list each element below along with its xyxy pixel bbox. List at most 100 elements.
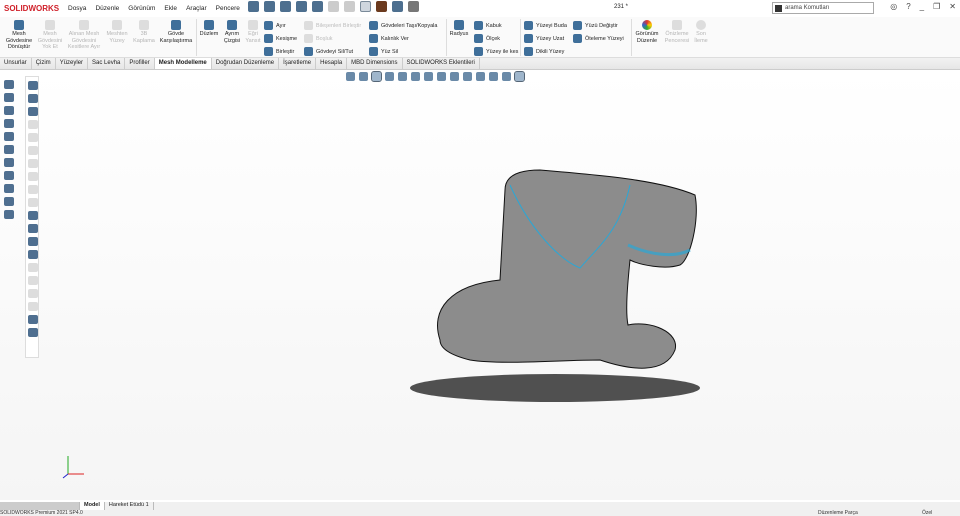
new-document-icon[interactable] xyxy=(264,1,275,12)
ayir-button[interactable]: Ayır xyxy=(264,21,286,30)
menu-gorunum[interactable]: Görünüm xyxy=(128,5,155,13)
gear-icon[interactable] xyxy=(408,1,419,12)
yuzey-ile-kes-button[interactable]: Yüzey ile kes xyxy=(474,47,518,56)
bilesenleri-birlestir-button[interactable]: Bileşenleri Birleştir xyxy=(304,21,361,30)
yuzu-degistir-button[interactable]: Yüzü Değiştir xyxy=(573,21,618,30)
display-style-icon[interactable] xyxy=(450,72,459,81)
zoom-area-icon[interactable] xyxy=(359,72,368,81)
mesh-govdesini-yok-et-button[interactable]: Mesh Gövdesini Yok Et xyxy=(36,19,64,51)
tool-icon[interactable] xyxy=(28,172,38,181)
tab-scroll-buttons[interactable] xyxy=(0,502,80,510)
tool-icon[interactable] xyxy=(28,276,38,285)
meshten-yuzey-button[interactable]: Meshten Yüzey xyxy=(104,19,130,44)
radyus-button[interactable]: Radyus xyxy=(448,19,470,38)
bosluk-button[interactable]: Boşluk xyxy=(304,34,333,43)
user-icon[interactable]: ◎ xyxy=(890,2,897,11)
govdeyi-sil-tut-button[interactable]: Gövdeyi Sil/Tut xyxy=(304,47,353,56)
tool-icon[interactable] xyxy=(4,145,14,154)
tool-icon[interactable] xyxy=(28,328,38,337)
dikili-yuzey-button[interactable]: Dikili Yüzey xyxy=(524,47,564,56)
kabuk-button[interactable]: Kabuk xyxy=(474,21,502,30)
scene-icon[interactable] xyxy=(489,72,498,81)
govdeleri-tasi-kopyala-button[interactable]: Gövdeleri Taşı/Kopyala xyxy=(369,21,437,30)
pan-icon[interactable] xyxy=(398,72,407,81)
open-icon[interactable] xyxy=(280,1,291,12)
kalinlik-ver-button[interactable]: Kalınlık Ver xyxy=(369,34,409,43)
3b-kaplama-button[interactable]: 3B Kaplama xyxy=(132,19,156,44)
help-icon[interactable]: ? xyxy=(906,2,910,11)
home-icon[interactable] xyxy=(248,1,259,12)
monitor-icon[interactable] xyxy=(514,71,525,82)
yuzeyi-buda-button[interactable]: Yüzeyi Buda xyxy=(524,21,567,30)
tool-icon[interactable] xyxy=(28,146,38,155)
tab-unsurlar[interactable]: Unsurlar xyxy=(0,58,32,69)
tool-icon[interactable] xyxy=(28,94,38,103)
view-settings-icon[interactable] xyxy=(502,72,511,81)
tab-mbd-dimensions[interactable]: MBD Dimensions xyxy=(347,58,403,69)
tool-icon[interactable] xyxy=(28,302,38,311)
tab-sac-levha[interactable]: Sac Levha xyxy=(88,58,126,69)
tab-mesh-modelleme[interactable]: Mesh Modelleme xyxy=(154,58,212,69)
undo-icon[interactable] xyxy=(328,1,339,12)
onizleme-penceresi-button[interactable]: Önizleme Penceresi xyxy=(662,19,692,44)
close-button[interactable]: ✕ xyxy=(949,2,956,11)
tool-icon[interactable] xyxy=(28,224,38,233)
hide-show-icon[interactable] xyxy=(463,72,472,81)
print-icon[interactable] xyxy=(312,1,323,12)
son-isleme-button[interactable]: Son İleme xyxy=(692,19,710,44)
tool-icon[interactable] xyxy=(4,119,14,128)
tool-icon[interactable] xyxy=(28,263,38,272)
tool-icon[interactable] xyxy=(4,184,14,193)
status-units[interactable]: Özel xyxy=(922,510,932,516)
graphics-area[interactable] xyxy=(0,70,960,500)
tool-icon[interactable] xyxy=(28,211,38,220)
view-orientation-icon[interactable] xyxy=(437,72,446,81)
menu-pencere[interactable]: Pencere xyxy=(216,5,240,13)
tab-hesapla[interactable]: Hesapla xyxy=(316,58,348,69)
file-properties-icon[interactable] xyxy=(392,1,403,12)
tool-icon[interactable] xyxy=(28,107,38,116)
yuzey-uzat-button[interactable]: Yüzey Uzat xyxy=(524,34,564,43)
tool-icon[interactable] xyxy=(28,198,38,207)
rotate-icon[interactable] xyxy=(411,72,420,81)
tool-icon[interactable] xyxy=(28,237,38,246)
tool-icon[interactable] xyxy=(4,197,14,206)
tool-icon[interactable] xyxy=(4,210,14,219)
select-icon[interactable] xyxy=(371,71,382,82)
tab-solidworks-eklentileri[interactable]: SOLIDWORKS Eklentileri xyxy=(403,58,480,69)
tool-icon[interactable] xyxy=(28,81,38,90)
tool-icon[interactable] xyxy=(28,315,38,324)
mesh-govdesine-donustur-button[interactable]: Mesh Gövdesine Dönüştür xyxy=(4,19,34,51)
tool-icon[interactable] xyxy=(28,289,38,298)
tool-icon[interactable] xyxy=(28,159,38,168)
tab-hareket-etudu[interactable]: Hareket Etüdü 1 xyxy=(105,502,154,510)
tab-isaretleme[interactable]: İşaretleme xyxy=(279,58,317,69)
tool-icon[interactable] xyxy=(4,93,14,102)
menu-duzenle[interactable]: Düzenle xyxy=(95,5,119,13)
redo-icon[interactable] xyxy=(344,1,355,12)
save-icon[interactable] xyxy=(296,1,307,12)
duzlem-button[interactable]: Düzlem xyxy=(198,19,220,38)
tool-icon[interactable] xyxy=(28,250,38,259)
tab-cizim[interactable]: Çizim xyxy=(32,58,56,69)
gorunum-duzenle-button[interactable]: Görünüm Düzenle xyxy=(633,19,661,44)
tool-icon[interactable] xyxy=(4,132,14,141)
tab-model[interactable]: Model xyxy=(80,502,105,510)
tool-icon[interactable] xyxy=(28,133,38,142)
egri-yansit-button[interactable]: Eğri Yansıt xyxy=(244,19,262,44)
oteleme-yuzeyi-button[interactable]: Öteleme Yüzeyi xyxy=(573,34,624,43)
ayrim-cizgisi-button[interactable]: Ayrım Çizgisi xyxy=(221,19,243,44)
hat-mesh-model[interactable] xyxy=(0,70,960,500)
minimize-button[interactable]: _ xyxy=(920,2,924,11)
rebuild-icon[interactable] xyxy=(376,1,387,12)
olcek-button[interactable]: Ölçek xyxy=(474,34,500,43)
menu-dosya[interactable]: Dosya xyxy=(68,5,86,13)
tool-icon[interactable] xyxy=(4,158,14,167)
select-cursor-icon[interactable] xyxy=(360,1,371,12)
previous-view-icon[interactable] xyxy=(385,72,394,81)
tool-icon[interactable] xyxy=(4,80,14,89)
tool-icon[interactable] xyxy=(28,120,38,129)
zoom-to-fit-icon[interactable] xyxy=(346,72,355,81)
tab-profiller[interactable]: Profiller xyxy=(125,58,155,69)
menu-araclar[interactable]: Araçlar xyxy=(186,5,207,13)
